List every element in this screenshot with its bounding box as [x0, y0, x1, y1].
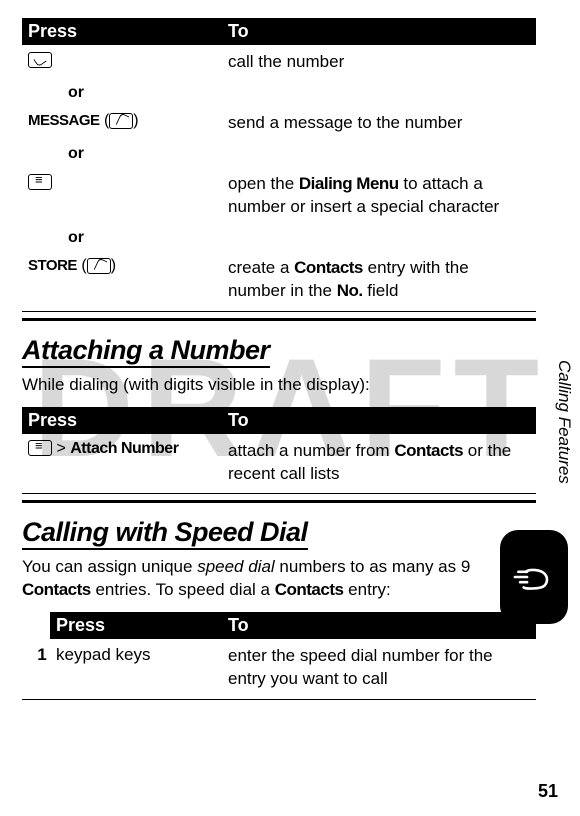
- divider-thin-1: [22, 311, 536, 312]
- page-content: Press To call the number or MESSAGE () s…: [0, 0, 580, 700]
- divider-thin-3: [22, 699, 536, 700]
- phone-section-icon: [500, 530, 568, 624]
- table3-row-1-to: enter the speed dial number for the entr…: [228, 645, 530, 691]
- table2-header-to: To: [228, 410, 530, 431]
- attach-number-menu-item: Attach Number: [70, 440, 178, 457]
- attach-intro: While dialing (with digits visible in th…: [22, 374, 536, 397]
- table1-or-3: or: [22, 225, 536, 251]
- speed-intro: You can assign unique speed dial numbers…: [22, 556, 536, 602]
- message-softkey-label: MESSAGE: [28, 112, 100, 129]
- paren-close: ): [133, 112, 138, 129]
- table2-header-press: Press: [28, 410, 228, 431]
- table3-row-1: 1 keypad keys enter the speed dial numbe…: [22, 639, 536, 697]
- table1-row-message-to: send a message to the number: [228, 112, 530, 135]
- table1-or-1: or: [22, 80, 536, 106]
- table3-header-to: To: [228, 615, 530, 636]
- table2-row-attach: > Attach Number attach a number from Con…: [22, 434, 536, 492]
- divider-thick-1: [22, 318, 536, 321]
- paren-open-2: (: [81, 257, 86, 274]
- table1-or-2: or: [22, 141, 536, 167]
- table1-header-to: To: [228, 21, 530, 42]
- section-title-speed: Calling with Speed Dial: [22, 517, 536, 548]
- section-title-attach: Attaching a Number: [22, 335, 536, 366]
- table3-row-1-press: keypad keys: [56, 645, 228, 665]
- table1-row-menu: open the Dialing Menu to attach a number…: [22, 167, 536, 225]
- store-softkey-label: STORE: [28, 257, 77, 274]
- table1-header-press: Press: [28, 21, 228, 42]
- table1-header: Press To: [22, 18, 536, 45]
- gt-symbol: >: [56, 440, 65, 457]
- table1-row-call-to: call the number: [228, 51, 530, 74]
- divider-thin-2: [22, 493, 536, 494]
- table2-header: Press To: [22, 407, 536, 434]
- softkey-icon: [109, 113, 133, 129]
- table1-row-message: MESSAGE () send a message to the number: [22, 106, 536, 141]
- table2-row-attach-to: attach a number from Contacts or the rec…: [228, 440, 530, 486]
- table1-row-store: STORE () create a Contacts entry with th…: [22, 251, 536, 309]
- softkey-icon-2: [87, 258, 111, 274]
- paren-close-2: ): [111, 257, 116, 274]
- table3-header: Press To: [50, 612, 536, 639]
- step-number-1: 1: [28, 645, 56, 665]
- table1-row-call: call the number: [22, 45, 536, 80]
- divider-thick-2: [22, 500, 536, 503]
- menu-key-icon-2: [28, 440, 52, 456]
- table3-header-press: Press: [56, 615, 228, 636]
- menu-key-icon: [28, 174, 52, 190]
- table1-row-store-to: create a Contacts entry with the number …: [228, 257, 530, 303]
- call-key-icon: [28, 52, 52, 68]
- table1-row-menu-to: open the Dialing Menu to attach a number…: [228, 173, 530, 219]
- page-number: 51: [538, 781, 558, 802]
- side-section-label: Calling Features: [554, 360, 574, 484]
